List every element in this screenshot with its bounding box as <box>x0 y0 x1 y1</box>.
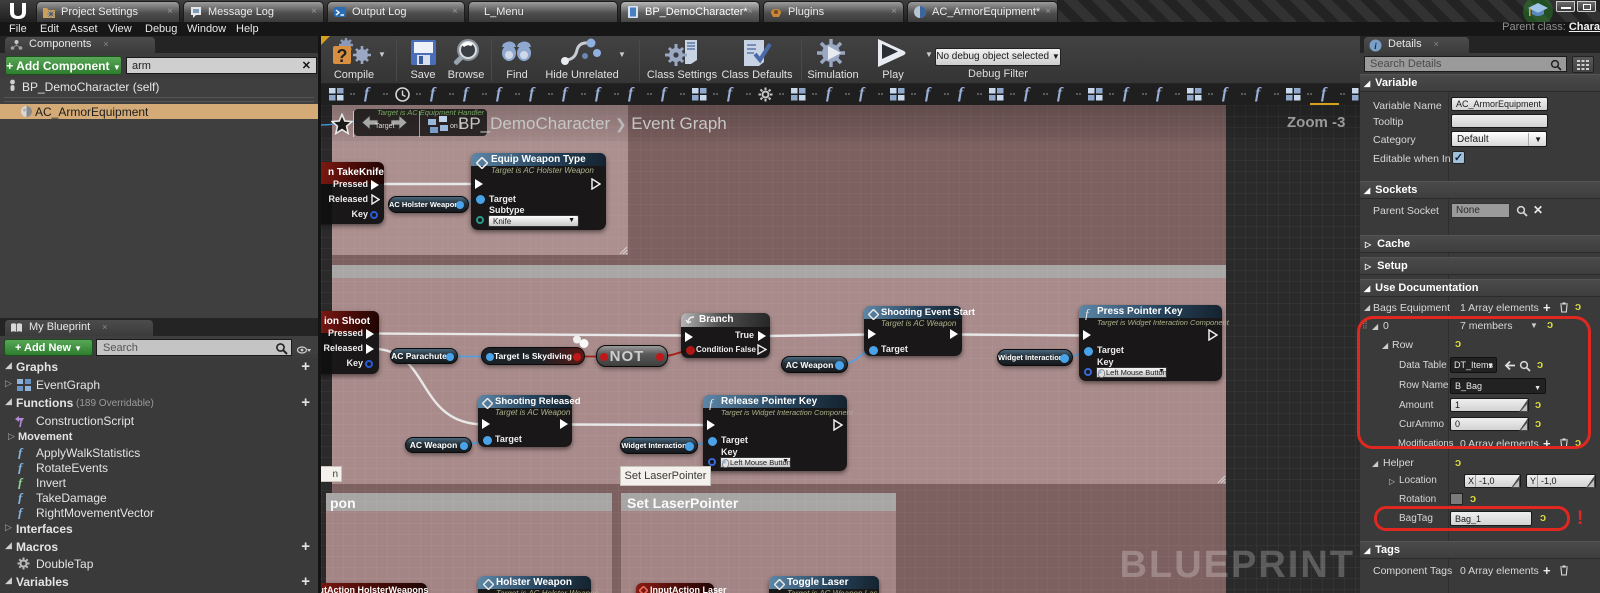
svg-text:f: f <box>18 476 24 489</box>
svg-text:f: f <box>18 491 24 504</box>
svg-text:?: ? <box>337 46 348 66</box>
svg-text:f: f <box>1085 307 1091 320</box>
svg-text:f: f <box>709 397 715 410</box>
svg-text:f: f <box>18 461 24 474</box>
svg-text:f: f <box>18 506 24 519</box>
svg-text:f: f <box>19 415 24 427</box>
svg-text:f: f <box>18 446 24 459</box>
